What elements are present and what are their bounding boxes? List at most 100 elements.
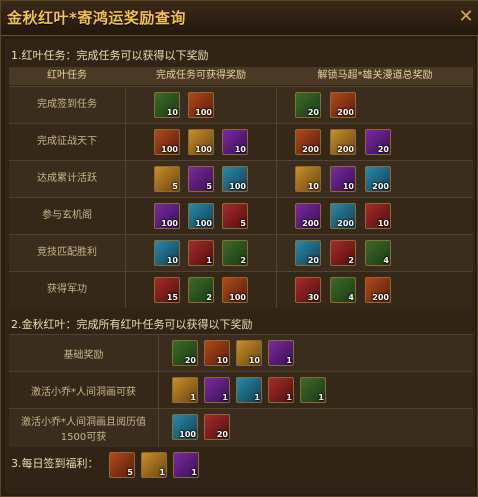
reward-item-icon[interactable]: 30: [295, 277, 321, 303]
close-icon[interactable]: ✕: [457, 7, 475, 27]
reward-count: 1: [190, 393, 196, 402]
reward-item-icon[interactable]: 1: [268, 340, 294, 366]
task-rewards: 10 100: [126, 87, 277, 123]
reward-count: 100: [195, 145, 212, 154]
reward-item-icon[interactable]: 200: [365, 277, 391, 303]
header-rewards: 完成任务可获得奖励: [156, 70, 246, 81]
reward-count: 200: [302, 219, 319, 228]
reward-item-icon[interactable]: 2: [330, 240, 356, 266]
reward-item-icon[interactable]: 100: [188, 203, 214, 229]
reward-item-icon[interactable]: 5: [188, 166, 214, 192]
reward-item-icon[interactable]: 10: [236, 340, 262, 366]
reward-item-icon[interactable]: 20: [295, 240, 321, 266]
reward-count: 1: [318, 393, 324, 402]
reward-count: 20: [377, 145, 389, 154]
reward-count: 100: [195, 108, 212, 117]
reward-count: 200: [302, 145, 319, 154]
task-row: 获得军功 15 2 100 30 4 200: [9, 271, 473, 308]
bonus-rewards: 20 10 10 1: [160, 335, 473, 371]
reward-count: 200: [372, 293, 389, 302]
reward-item-icon[interactable]: 100: [222, 166, 248, 192]
reward-item-icon[interactable]: 10: [295, 166, 321, 192]
reward-item-icon[interactable]: 1: [172, 377, 198, 403]
reward-item-icon[interactable]: 1: [268, 377, 294, 403]
reward-item-icon[interactable]: 200: [330, 203, 356, 229]
reward-count: 10: [234, 145, 246, 154]
reward-count: 4: [383, 256, 389, 265]
task-row: 达成累计活跃 5 5 100 10 10 200: [9, 160, 473, 197]
title-bar: 金秋红叶*寄鸿运奖励查询 ✕: [1, 1, 478, 36]
bonus-label: 激活小乔*人间洞画可获: [9, 372, 159, 408]
reward-item-icon[interactable]: 10: [222, 129, 248, 155]
reward-item-icon[interactable]: 10: [330, 166, 356, 192]
unlock-rewards: 200 200 20: [277, 124, 473, 160]
reward-item-icon[interactable]: 20: [295, 92, 321, 118]
reward-item-icon[interactable]: 10: [154, 92, 180, 118]
bonus-rewards: 1 1 1 1 1: [160, 372, 473, 408]
reward-count: 200: [372, 182, 389, 191]
reward-item-icon[interactable]: 20: [172, 340, 198, 366]
reward-item-icon[interactable]: 5: [109, 452, 135, 478]
reward-count: 5: [240, 219, 246, 228]
bonus-rewards: 100 20: [160, 409, 473, 447]
reward-item-icon[interactable]: 100: [188, 129, 214, 155]
reward-item-icon[interactable]: 15: [154, 277, 180, 303]
task-row: 完成征战天下 100 100 10 200 200 20: [9, 123, 473, 160]
reward-item-icon[interactable]: 20: [365, 129, 391, 155]
task-rewards: 100 100 5: [126, 198, 277, 234]
reward-count: 15: [166, 293, 178, 302]
reward-item-icon[interactable]: 100: [172, 414, 198, 440]
reward-item-icon[interactable]: 100: [222, 277, 248, 303]
reward-item-icon[interactable]: 100: [154, 203, 180, 229]
reward-item-icon[interactable]: 10: [365, 203, 391, 229]
reward-item-icon[interactable]: 4: [365, 240, 391, 266]
reward-item-icon[interactable]: 2: [222, 240, 248, 266]
reward-count: 200: [337, 108, 354, 117]
reward-item-icon[interactable]: 200: [295, 129, 321, 155]
reward-item-icon[interactable]: 200: [330, 129, 356, 155]
task-label: 竞技匹配胜利: [9, 235, 126, 271]
reward-item-icon[interactable]: 10: [204, 340, 230, 366]
task-rewards: 5 5 100: [126, 161, 277, 197]
reward-item-icon[interactable]: 100: [154, 129, 180, 155]
reward-item-icon[interactable]: 1: [141, 452, 167, 478]
task-rewards: 100 100 10: [126, 124, 277, 160]
reward-count: 20: [307, 256, 319, 265]
reward-item-icon[interactable]: 5: [222, 203, 248, 229]
reward-item-icon[interactable]: 200: [330, 92, 356, 118]
reward-count: 10: [216, 356, 228, 365]
task-label: 完成签到任务: [9, 87, 126, 123]
reward-item-icon[interactable]: 200: [365, 166, 391, 192]
unlock-rewards: 30 4 200: [277, 272, 473, 308]
reward-count: 100: [161, 219, 178, 228]
task-rewards: 15 2 100: [126, 272, 277, 308]
reward-item-icon[interactable]: 1: [204, 377, 230, 403]
bonus-label: 基础奖励: [9, 335, 159, 371]
reward-count: 100: [161, 145, 178, 154]
reward-count: 1: [286, 356, 292, 365]
task-label: 参与玄机阁: [9, 198, 126, 234]
reward-item-icon[interactable]: 5: [154, 166, 180, 192]
daily-rewards: 5 1 1: [109, 447, 229, 483]
section3-title: 3.每日签到福利：: [11, 457, 99, 470]
reward-count: 20: [307, 108, 319, 117]
reward-item-icon[interactable]: 1: [173, 452, 199, 478]
reward-count: 100: [229, 182, 246, 191]
header-task: 红叶任务: [47, 70, 87, 81]
reward-count: 2: [348, 256, 354, 265]
reward-item-icon[interactable]: 200: [295, 203, 321, 229]
section2-title: 2.金秋红叶：完成所有红叶任务可以获得以下奖励: [11, 318, 253, 331]
reward-item-icon[interactable]: 1: [188, 240, 214, 266]
section1-title: 1.红叶任务：完成任务可以获得以下奖励: [11, 49, 209, 62]
reward-item-icon[interactable]: 1: [300, 377, 326, 403]
content-panel: 1.红叶任务：完成任务可以获得以下奖励 红叶任务 完成任务可获得奖励 解锁马超*…: [5, 39, 475, 494]
section1-header: 红叶任务 完成任务可获得奖励 解锁马超*雄关漫道总奖励: [9, 67, 473, 85]
reward-item-icon[interactable]: 20: [204, 414, 230, 440]
reward-item-icon[interactable]: 1: [236, 377, 262, 403]
reward-item-icon[interactable]: 2: [188, 277, 214, 303]
reward-item-icon[interactable]: 10: [154, 240, 180, 266]
reward-item-icon[interactable]: 100: [188, 92, 214, 118]
reward-count: 1: [206, 256, 212, 265]
unlock-rewards: 20 200: [277, 87, 473, 123]
reward-item-icon[interactable]: 4: [330, 277, 356, 303]
